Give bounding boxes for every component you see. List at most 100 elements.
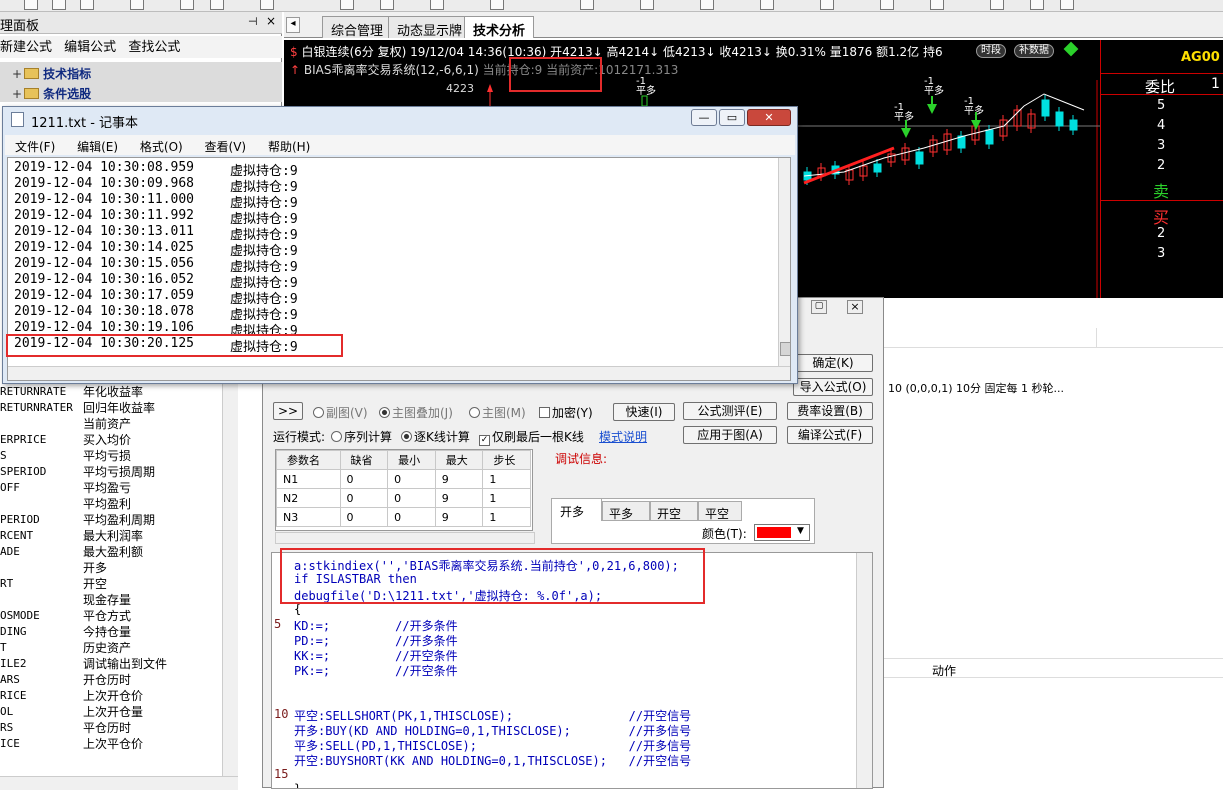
param-table-hscrollbar[interactable] — [275, 532, 535, 544]
function-list-item[interactable]: OFF 平均盈亏 — [0, 480, 238, 496]
maximize-icon[interactable]: ▢ — [811, 300, 827, 314]
function-list-item[interactable]: T 历史资产 — [0, 640, 238, 656]
toolbar-button[interactable] — [700, 0, 714, 10]
function-list-item[interactable]: DING 今持仓量 — [0, 624, 238, 640]
table-row[interactable]: N1 0 0 9 1 — [276, 469, 531, 489]
tab-scroll-left-icon[interactable]: ◂ — [286, 17, 300, 33]
function-list-item[interactable]: RT 开空 — [0, 576, 238, 592]
table-cell[interactable]: 9 — [434, 507, 484, 527]
function-list-item[interactable]: 开多 — [0, 560, 238, 576]
scrollbar-thumb[interactable] — [780, 342, 790, 356]
toolbar-button[interactable] — [180, 0, 194, 10]
notepad-hscrollbar[interactable] — [8, 366, 790, 380]
table-cell[interactable]: 0 — [339, 507, 389, 527]
new-formula-menu[interactable]: 新建公式 — [0, 40, 52, 55]
table-cell[interactable]: N1 — [276, 469, 341, 489]
table-cell[interactable]: N3 — [276, 507, 341, 527]
menu-format[interactable]: 格式(O) — [140, 140, 183, 154]
toolbar-button[interactable] — [260, 0, 274, 10]
tab-technical-analysis[interactable]: 技术分析 — [464, 16, 535, 39]
table-cell[interactable]: 0 — [387, 488, 436, 508]
table-cell[interactable]: 9 — [434, 488, 484, 508]
table-cell[interactable]: 9 — [434, 469, 484, 489]
main-chart-radio[interactable]: 主图(M) — [469, 404, 526, 421]
tree-expand-icon[interactable]: + — [12, 87, 22, 101]
toolbar-button[interactable] — [340, 0, 354, 10]
quick-button[interactable]: 快速(I) — [613, 403, 675, 421]
menu-edit[interactable]: 编辑(E) — [77, 140, 118, 154]
table-cell[interactable]: 0 — [339, 469, 389, 489]
main-overlay-radio[interactable]: 主图叠加(J) — [379, 404, 453, 421]
minimize-button[interactable]: — — [691, 109, 717, 126]
tab-close-short[interactable]: 平空 — [698, 501, 742, 521]
toolbar-button[interactable] — [930, 0, 944, 10]
tab-open-long[interactable]: 开多 — [552, 499, 602, 521]
toolbar-button[interactable] — [880, 0, 894, 10]
compile-formula-button[interactable]: 编译公式(F) — [787, 426, 873, 444]
mode-help-link[interactable]: 模式说明 — [599, 428, 647, 445]
expand-button[interactable]: >> — [273, 402, 303, 420]
pin-icon[interactable]: ⊣ — [248, 15, 258, 28]
table-cell[interactable]: 0 — [339, 488, 389, 508]
tree-expand-icon[interactable]: + — [12, 67, 22, 81]
formula-test-button[interactable]: 公式测评(E) — [683, 402, 777, 420]
tree-item-stock-selection[interactable]: + 条件选股 — [0, 82, 282, 102]
toolbar-button[interactable] — [80, 0, 94, 10]
toolbar-button[interactable] — [24, 0, 38, 10]
table-cell[interactable]: 1 — [482, 488, 531, 508]
toolbar-button[interactable] — [760, 0, 774, 10]
function-list-item[interactable]: ADE 最大盈利额 — [0, 544, 238, 560]
toolbar-button[interactable] — [380, 0, 394, 10]
function-list-item[interactable]: SPERIOD 平均亏损周期 — [0, 464, 238, 480]
table-cell[interactable]: 0 — [387, 507, 436, 527]
toolbar-button[interactable] — [1030, 0, 1044, 10]
function-list-item[interactable]: PERIOD 平均盈利周期 — [0, 512, 238, 528]
toolbar-button[interactable] — [490, 0, 504, 10]
apply-to-chart-button[interactable]: 应用于图(A) — [683, 426, 777, 444]
parameter-table[interactable]: 参数名 缺省 最小 最大 步长 N1 0 0 9 1 N2 0 0 9 1 N3… — [275, 449, 533, 531]
table-cell[interactable]: 0 — [387, 469, 436, 489]
toolbar-button[interactable] — [52, 0, 66, 10]
close-button[interactable]: ✕ — [747, 109, 791, 126]
function-list-item[interactable]: OSMODE 平仓方式 — [0, 608, 238, 624]
function-list-item[interactable]: RETURNRATER 回归年收益率 — [0, 400, 238, 416]
encrypt-checkbox[interactable]: 加密(Y) — [539, 404, 593, 421]
table-cell[interactable]: 1 — [482, 469, 531, 489]
menu-file[interactable]: 文件(F) — [15, 140, 55, 154]
toolbar-button[interactable] — [580, 0, 594, 10]
edit-formula-menu[interactable]: 编辑公式 — [64, 40, 116, 55]
toolbar-button[interactable] — [430, 0, 444, 10]
function-list-item[interactable]: ILE2 调试输出到文件 — [0, 656, 238, 672]
ok-button[interactable]: 确定(K) — [793, 354, 873, 372]
tab-dynamic-board[interactable]: 动态显示牌 — [388, 16, 472, 39]
tree-item-tech-indicators[interactable]: + 技术指标 — [0, 62, 282, 82]
last-bar-checkbox[interactable]: ✓ 仅刷最后一根K线 — [479, 428, 584, 446]
function-list-item[interactable]: 平均盈利 — [0, 496, 238, 512]
fee-settings-button[interactable]: 费率设置(B) — [787, 402, 873, 420]
notepad-scrollbar[interactable] — [778, 158, 790, 366]
tab-open-short[interactable]: 开空 — [650, 501, 698, 521]
menu-help[interactable]: 帮助(H) — [268, 140, 310, 154]
toolbar-button[interactable] — [130, 0, 144, 10]
color-select[interactable]: ▼ — [754, 524, 810, 541]
function-list-item[interactable]: RETURNRATE 年化收益率 — [0, 384, 238, 400]
subchart-radio[interactable]: 副图(V) — [313, 404, 368, 421]
table-row[interactable]: N2 0 0 9 1 — [276, 488, 531, 508]
function-list-item[interactable]: RCENT 最大利润率 — [0, 528, 238, 544]
toolbar-button[interactable] — [990, 0, 1004, 10]
function-list-item[interactable]: RICE 上次开仓价 — [0, 688, 238, 704]
menu-view[interactable]: 查看(V) — [205, 140, 247, 154]
function-list-item[interactable]: OL 上次开仓量 — [0, 704, 238, 720]
function-list-item[interactable]: S 平均亏损 — [0, 448, 238, 464]
toolbar-button[interactable] — [1060, 0, 1074, 10]
toolbar-button[interactable] — [210, 0, 224, 10]
toolbar-button[interactable] — [640, 0, 654, 10]
close-icon[interactable]: × — [847, 300, 863, 314]
function-list-item[interactable]: 现金存量 — [0, 592, 238, 608]
find-formula-menu[interactable]: 查找公式 — [128, 40, 180, 55]
toolbar-button[interactable] — [820, 0, 834, 10]
table-cell[interactable]: 1 — [482, 507, 531, 527]
table-cell[interactable]: N2 — [276, 488, 341, 508]
tab-close-long[interactable]: 平多 — [602, 501, 650, 521]
import-formula-button[interactable]: 导入公式(O) — [793, 378, 873, 396]
